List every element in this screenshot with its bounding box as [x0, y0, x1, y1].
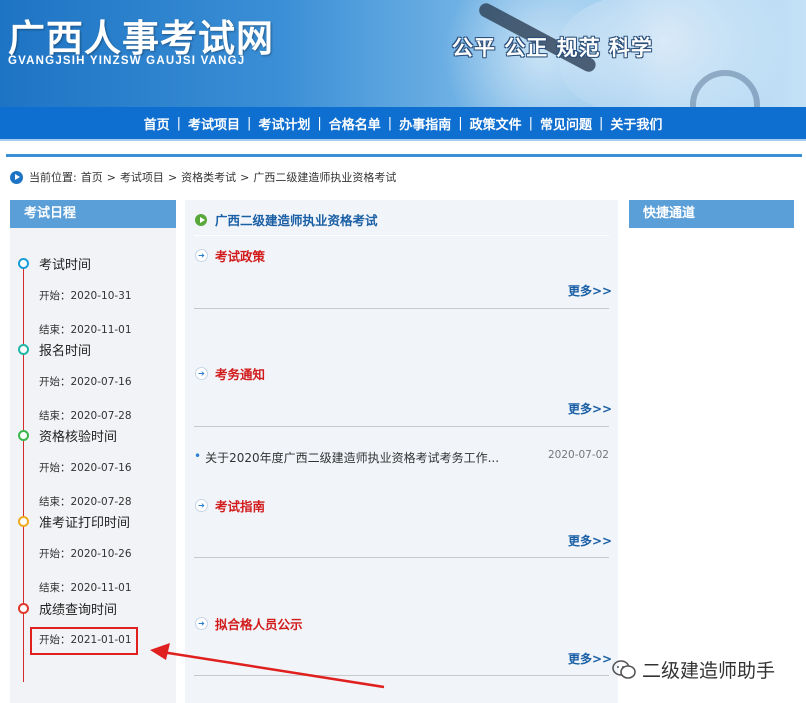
wechat-icon	[612, 659, 636, 679]
annotation-arrow	[150, 643, 385, 689]
watermark: 二级建造师助手	[612, 656, 775, 683]
annotation-arrow-line	[161, 650, 385, 689]
annotation-arrow-head	[150, 643, 170, 660]
watermark-text: 二级建造师助手	[642, 660, 776, 682]
